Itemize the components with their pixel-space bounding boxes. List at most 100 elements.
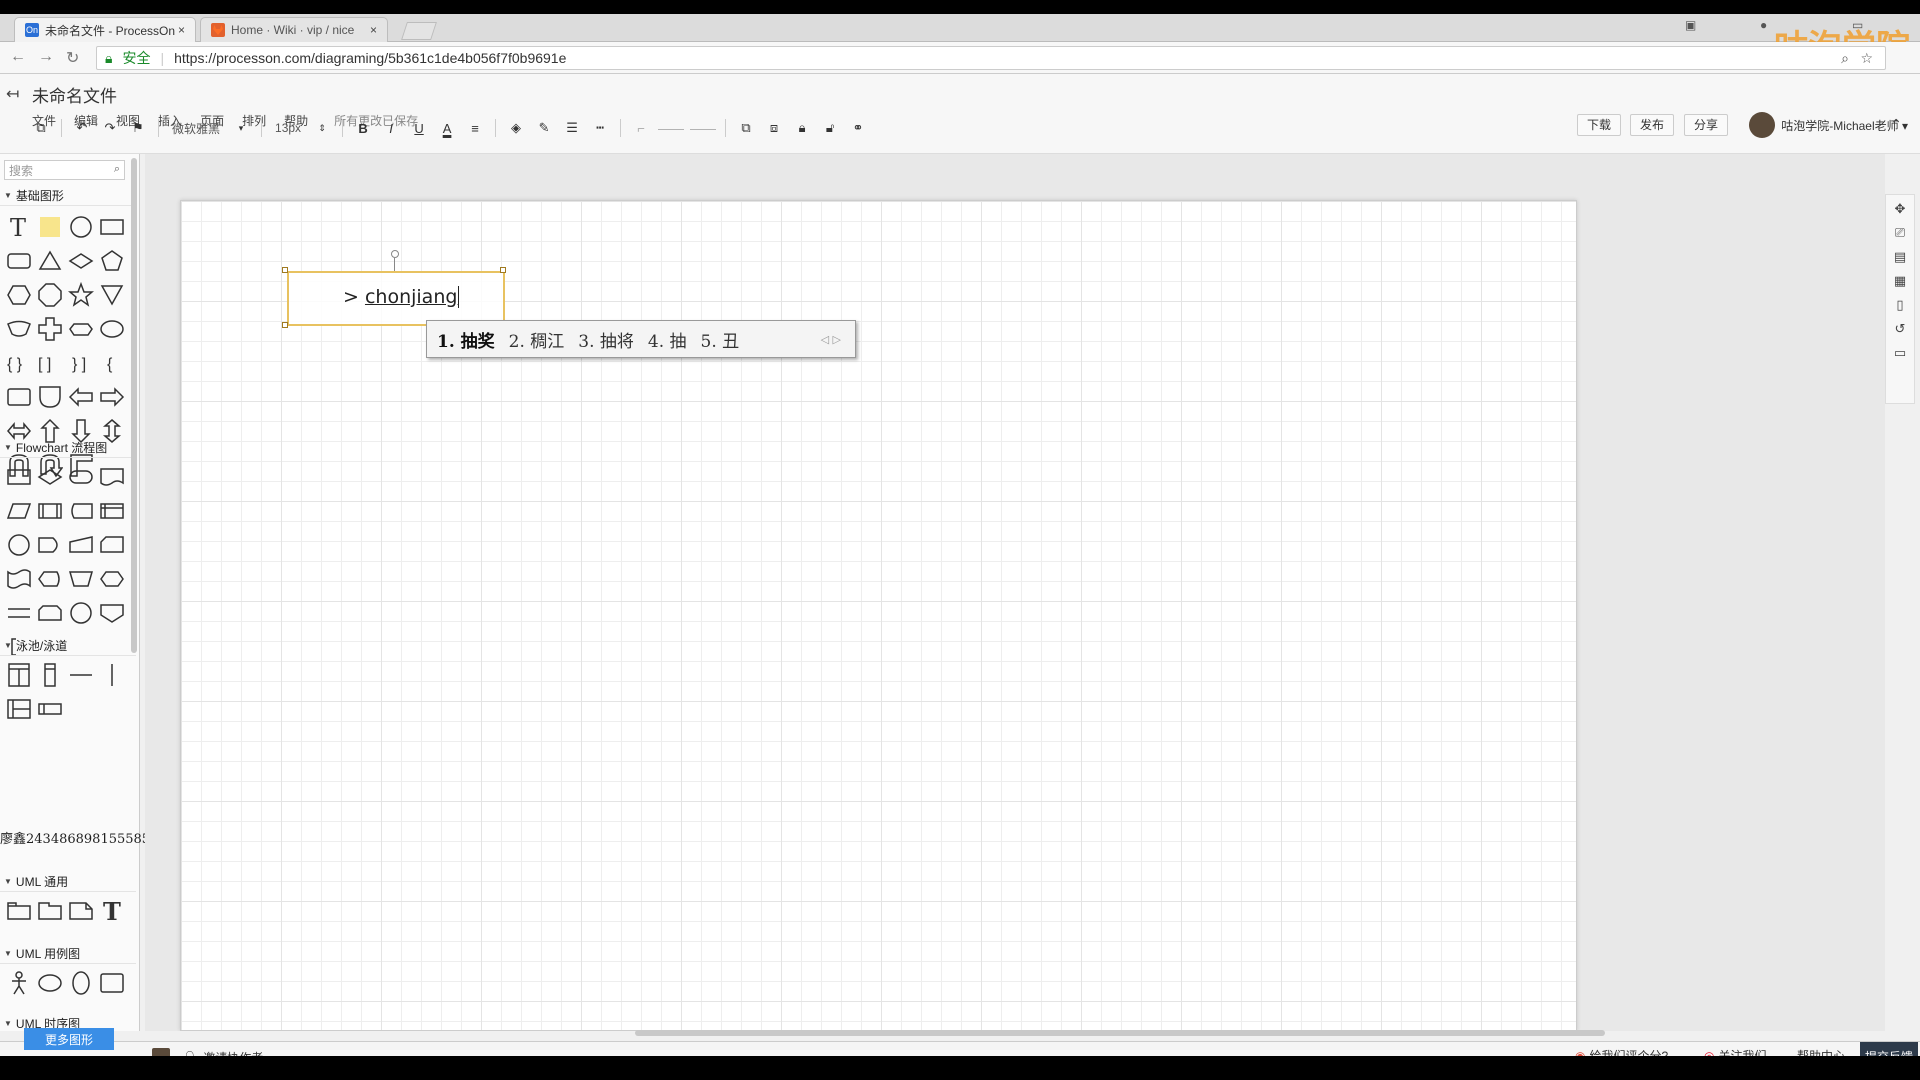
forward-arrow-icon[interactable]: → [38, 48, 54, 66]
link-icon[interactable]: ⚭ [847, 117, 869, 139]
punched-tape-shape-icon[interactable] [4, 564, 34, 594]
end-arrow-icon[interactable]: —— [690, 117, 716, 139]
bookmark-star-icon[interactable]: ☆ [1860, 50, 1873, 67]
star-shape-icon[interactable] [66, 280, 96, 310]
terminator-shape-icon[interactable] [66, 462, 96, 492]
resize-handle[interactable] [282, 267, 288, 273]
rounded-rect-shape-icon[interactable] [4, 246, 34, 276]
document-icon[interactable]: ▯ [1896, 297, 1903, 313]
text-align-icon[interactable]: ≡ [464, 117, 486, 139]
bracket-shape-icon[interactable]: [ ] [35, 348, 65, 378]
begin-arrow-icon[interactable]: —— [658, 117, 684, 139]
ime-candidate[interactable]: 3. 抽将 [578, 327, 634, 352]
ime-candidate[interactable]: 4. 抽 [648, 327, 687, 352]
horizontal-lane-shape-icon[interactable] [35, 694, 65, 724]
new-tab-button[interactable] [401, 22, 437, 40]
window-menu-icon[interactable]: ▣ [1685, 18, 1696, 32]
loop-limit-shape-icon[interactable] [35, 598, 65, 628]
undo-icon[interactable]: ↶ [71, 117, 93, 139]
document-shape-icon[interactable] [97, 462, 127, 492]
resize-handle[interactable] [282, 322, 288, 328]
fill-color-icon[interactable]: ◈ [505, 117, 527, 139]
parallel-shape-icon[interactable] [4, 598, 34, 628]
uml-text-shape-icon[interactable]: T [97, 896, 127, 926]
tab-close-icon[interactable]: × [178, 23, 185, 37]
rectangle-shape-icon[interactable] [97, 212, 127, 242]
off-page-ref-shape-icon[interactable] [97, 598, 127, 628]
display-shape-icon[interactable] [35, 564, 65, 594]
page-settings-icon[interactable]: ▦ [1894, 273, 1906, 289]
octagon-shape-icon[interactable] [35, 280, 65, 310]
unlock-icon[interactable]: 🔓︎ [819, 117, 841, 139]
stepper-icon[interactable]: ⇕ [311, 117, 333, 139]
section-basic-shapes[interactable]: ▼ 基础图形 [0, 186, 136, 206]
uml-note-shape-icon[interactable] [66, 896, 96, 926]
vertical-pool-shape-icon[interactable] [4, 660, 34, 690]
ime-candidate[interactable]: 1. 抽奖 [437, 327, 495, 352]
font-family-select[interactable]: 微软雅黑 [168, 117, 224, 139]
manual-input-shape-icon[interactable] [66, 530, 96, 560]
file-title[interactable]: 未命名文件 [32, 82, 117, 107]
triangle-shape-icon[interactable] [35, 246, 65, 276]
data-shape-icon[interactable] [4, 496, 34, 526]
decision-shape-icon[interactable] [35, 462, 65, 492]
redo-icon[interactable]: ↷ [99, 117, 121, 139]
back-to-files-icon[interactable]: ↤ [6, 84, 19, 104]
zoom-icon[interactable]: ⌕ [1841, 50, 1849, 67]
tab-wiki[interactable]: Home · Wiki · vip / nice × [200, 17, 388, 42]
circle-shape-icon[interactable] [66, 212, 96, 242]
right-arrow-shape-icon[interactable] [97, 382, 127, 412]
section-swimlane[interactable]: ▼ 泳池/泳道 [0, 636, 136, 656]
tab-close-icon[interactable]: × [370, 23, 377, 37]
line-style-icon[interactable]: ┅ [589, 117, 611, 139]
underline-button[interactable]: U [408, 117, 430, 139]
package-alt-shape-icon[interactable] [35, 896, 65, 926]
resize-handle[interactable] [500, 267, 506, 273]
url-field[interactable]: 🔒︎ 安全 | https://processon.com/diagraming… [96, 46, 1886, 70]
connector-type-icon[interactable]: ⌐ [630, 117, 652, 139]
package-shape-icon[interactable] [4, 896, 34, 926]
wave-shape-icon[interactable] [4, 314, 34, 344]
horizontal-separator-shape-icon[interactable] [66, 660, 96, 690]
hexagon-shape-icon[interactable] [4, 280, 34, 310]
reload-icon[interactable]: ↻ [66, 48, 79, 68]
inverted-triangle-shape-icon[interactable] [97, 280, 127, 310]
navigator-icon[interactable]: ✥ [1895, 201, 1906, 217]
rotation-handle[interactable] [391, 250, 399, 258]
collapse-toolbar-icon[interactable]: ⌃ [1890, 116, 1902, 133]
card-shape-icon[interactable] [4, 382, 34, 412]
right-brace-shape-icon[interactable]: } ] [66, 348, 96, 378]
send-back-icon[interactable]: ⧈ [763, 117, 785, 139]
format-brush-icon[interactable]: ⚑ [127, 117, 149, 139]
font-size-select[interactable]: 13px [271, 117, 305, 139]
comments-icon[interactable]: ▭ [1894, 345, 1906, 361]
vertical-ellipse-shape-icon[interactable] [66, 968, 96, 998]
cross-shape-icon[interactable] [35, 314, 65, 344]
font-color-button[interactable]: A [436, 117, 458, 139]
note-shape-icon[interactable] [35, 212, 65, 242]
ime-candidate[interactable]: 5. 丑 [701, 327, 740, 352]
vertical-lane-shape-icon[interactable] [35, 660, 65, 690]
section-uml-general[interactable]: ▼ UML 通用 [0, 872, 136, 892]
stored-data-shape-icon[interactable] [66, 496, 96, 526]
manual-operation-shape-icon[interactable] [66, 564, 96, 594]
delay-shape-icon[interactable] [35, 530, 65, 560]
italic-button[interactable]: I [380, 117, 402, 139]
actor-shape-icon[interactable] [4, 968, 34, 998]
sidebar-scrollbar[interactable] [131, 158, 137, 653]
left-brace-shape-icon[interactable]: { [97, 348, 127, 378]
shape-search-input[interactable]: 搜索 ⌕ [4, 160, 125, 180]
data-attributes-icon[interactable]: ▤ [1894, 249, 1906, 265]
on-page-ref-shape-icon[interactable] [66, 598, 96, 628]
connector-shape-icon[interactable] [4, 530, 34, 560]
ellipse-shape-icon[interactable] [97, 314, 127, 344]
ime-page-arrows-icon[interactable]: ◁ ▷ [821, 333, 841, 346]
preparation-shape-icon[interactable] [97, 564, 127, 594]
predefined-process-shape-icon[interactable] [35, 496, 65, 526]
left-arrow-shape-icon[interactable] [66, 382, 96, 412]
use-case-shape-icon[interactable] [35, 968, 65, 998]
line-width-icon[interactable]: ☰ [561, 117, 583, 139]
system-boundary-shape-icon[interactable] [97, 968, 127, 998]
bold-button[interactable]: B [352, 117, 374, 139]
ime-candidate[interactable]: 2. 稠江 [509, 327, 565, 352]
